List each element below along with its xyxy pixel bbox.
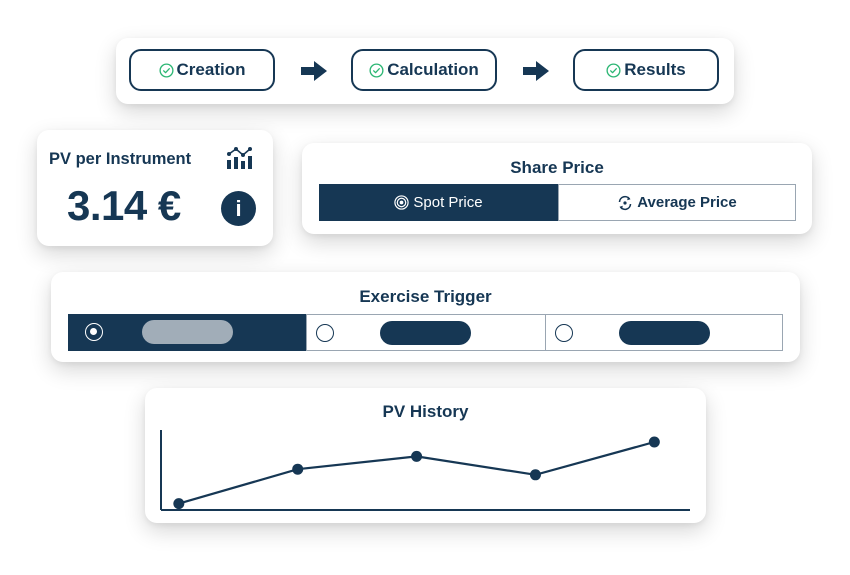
spot-price-option[interactable]: Spot Price bbox=[319, 184, 558, 221]
spot-price-label: Spot Price bbox=[413, 194, 483, 211]
option-label-placeholder bbox=[380, 321, 471, 345]
target-icon bbox=[394, 195, 410, 210]
option-label-placeholder bbox=[142, 320, 233, 344]
pv-card-title: PV per Instrument bbox=[49, 150, 192, 168]
pv-per-instrument-card: PV per Instrument 3.14 € i bbox=[37, 130, 273, 246]
pv-value: 3.14 € bbox=[67, 182, 181, 229]
average-price-option[interactable]: Average Price bbox=[558, 184, 796, 221]
data-point bbox=[648, 436, 660, 448]
check-circle-icon bbox=[606, 62, 621, 78]
radio-unselected[interactable] bbox=[316, 324, 334, 342]
check-circle-icon bbox=[369, 62, 384, 78]
step-label: Calculation bbox=[387, 60, 479, 79]
exercise-option-2[interactable] bbox=[306, 314, 545, 351]
step-label: Results bbox=[624, 60, 686, 79]
data-point bbox=[292, 463, 304, 475]
step-creation[interactable]: Creation bbox=[129, 49, 275, 91]
info-icon[interactable]: i bbox=[221, 191, 256, 226]
step-results[interactable]: Results bbox=[573, 49, 719, 91]
bar-line-chart-icon bbox=[227, 147, 252, 169]
option-label-placeholder bbox=[619, 321, 710, 345]
check-circle-icon bbox=[158, 62, 174, 78]
radio-selected[interactable] bbox=[85, 323, 103, 341]
exercise-option-1[interactable] bbox=[68, 314, 306, 351]
pv-history-chart bbox=[160, 430, 690, 511]
arrow-right-icon bbox=[523, 61, 549, 81]
pv-history-card: PV History bbox=[145, 388, 706, 523]
step-calculation[interactable]: Calculation bbox=[351, 49, 497, 91]
radio-unselected[interactable] bbox=[555, 324, 573, 342]
arrow-right-icon bbox=[301, 61, 327, 81]
refresh-icon bbox=[618, 195, 632, 210]
step-label: Creation bbox=[176, 60, 246, 79]
data-point bbox=[411, 450, 423, 462]
exercise-option-3[interactable] bbox=[545, 314, 783, 351]
data-point bbox=[173, 498, 185, 510]
workflow-steps-card: Creation Calculation Results bbox=[116, 38, 734, 104]
exercise-trigger-card: Exercise Trigger bbox=[51, 272, 800, 362]
data-point bbox=[529, 469, 541, 481]
share-price-card: Share Price Spot Price Average Price bbox=[302, 143, 812, 234]
average-price-label: Average Price bbox=[637, 194, 737, 211]
share-price-title: Share Price bbox=[510, 158, 604, 177]
exercise-trigger-title: Exercise Trigger bbox=[359, 287, 492, 306]
